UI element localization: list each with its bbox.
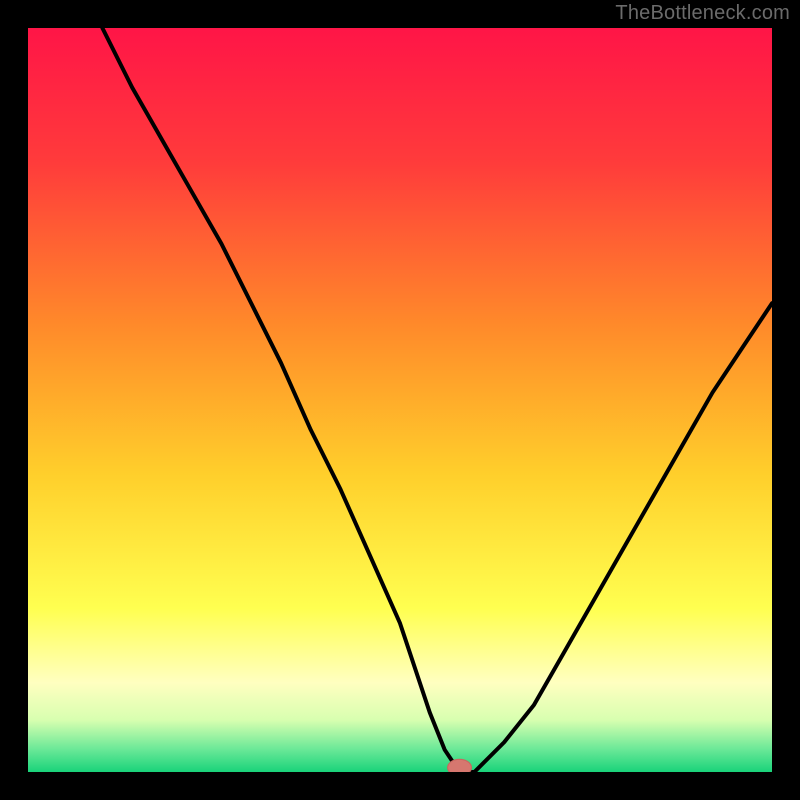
attribution-label: TheBottleneck.com bbox=[615, 2, 790, 25]
gradient-background bbox=[28, 28, 772, 772]
optimal-point-marker bbox=[448, 759, 472, 772]
bottleneck-plot bbox=[28, 28, 772, 772]
chart-frame: TheBottleneck.com bbox=[0, 0, 800, 800]
